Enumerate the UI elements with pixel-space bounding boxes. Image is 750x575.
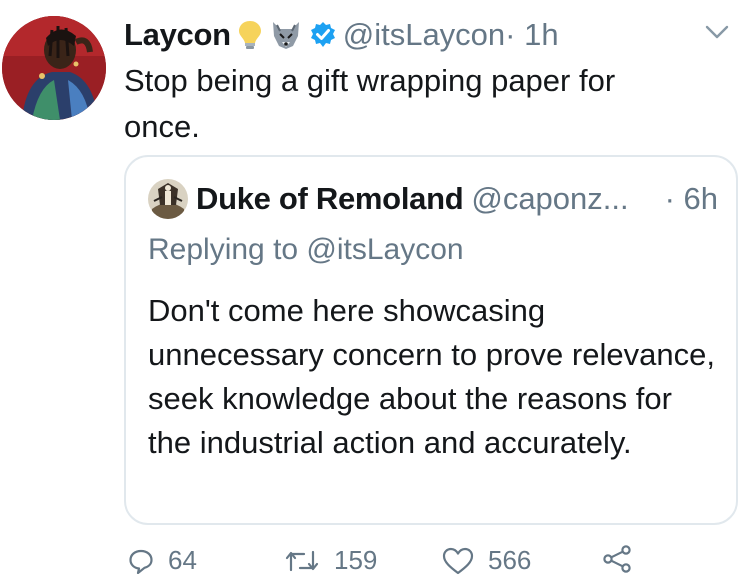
like-count: 566	[488, 545, 532, 575]
retweet-icon	[285, 550, 319, 571]
tweet-time[interactable]: · 1h	[505, 17, 558, 53]
lightbulb-icon	[237, 19, 263, 51]
author-handle[interactable]: @itsLaycon	[343, 17, 505, 53]
quoted-tweet-header: Duke of Remoland @caponz... · 6h	[148, 177, 718, 221]
reply-button[interactable]: 64	[128, 545, 197, 575]
replying-to-label: Replying to @itsLaycon	[148, 233, 464, 266]
quoted-tweet-time: · 6h	[664, 181, 718, 216]
share-icon	[603, 545, 631, 573]
tweet-header: Laycon @itsLaycon · 1h	[124, 12, 559, 58]
reply-icon	[129, 549, 153, 574]
quoted-author-handle: @caponz...	[471, 181, 629, 216]
like-button[interactable]: 566	[442, 545, 531, 575]
verified-badge-icon	[309, 21, 337, 49]
quoted-tweet[interactable]: Duke of Remoland @caponz... · 6h Replyin…	[124, 155, 738, 525]
quoted-author-name: Duke of Remoland	[196, 181, 464, 216]
tweet-text: Stop being a gift wrapping paper for onc…	[124, 63, 616, 144]
share-button[interactable]	[602, 545, 648, 573]
heart-icon	[442, 547, 474, 574]
reply-count: 64	[168, 545, 197, 575]
tweet[interactable]: Laycon @itsLaycon · 1h Stop being a gift…	[0, 0, 750, 575]
retweet-button[interactable]: 159	[284, 545, 377, 575]
retweet-count: 159	[334, 545, 378, 575]
quoted-tweet-text: Don't come here showcasing unnecessary c…	[148, 293, 715, 460]
quoted-author-avatar[interactable]	[148, 179, 188, 219]
wolf-icon	[269, 20, 303, 50]
chevron-down-icon[interactable]	[704, 22, 730, 42]
author-avatar[interactable]	[2, 16, 106, 120]
author-name[interactable]: Laycon	[124, 17, 231, 53]
tweet-actions: 64 159 566	[124, 545, 684, 575]
